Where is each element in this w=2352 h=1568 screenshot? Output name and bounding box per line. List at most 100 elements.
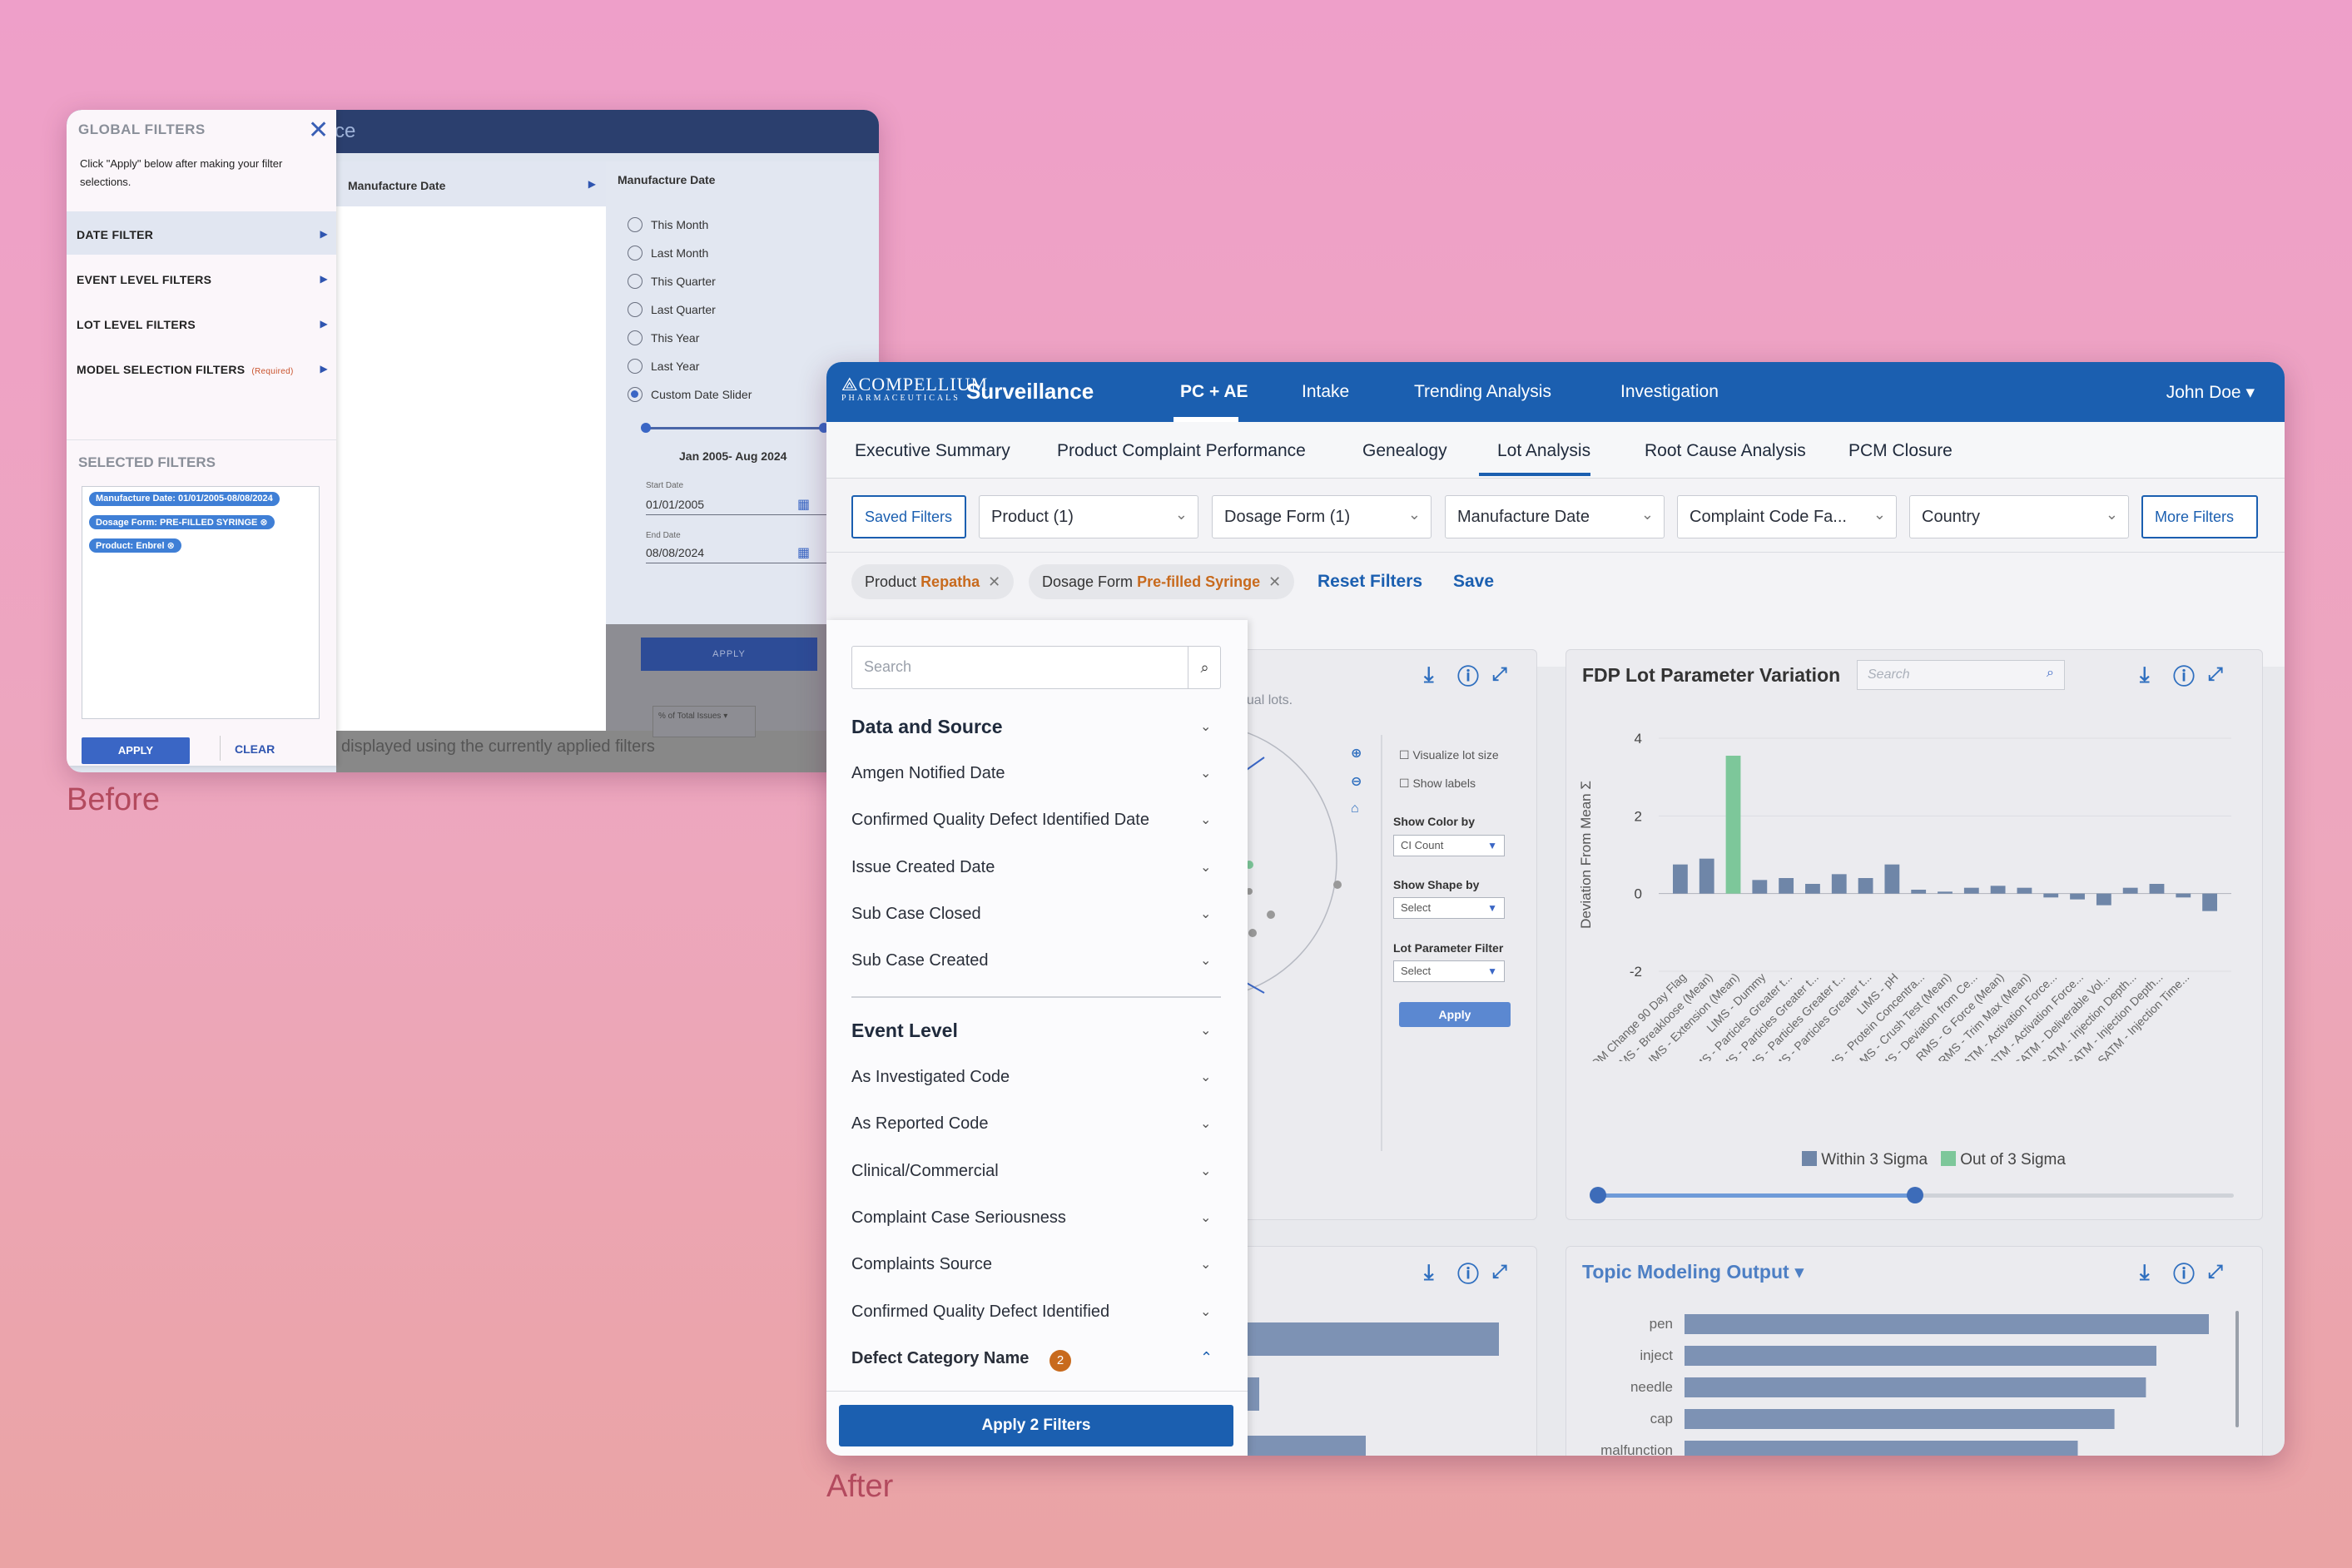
filter-item[interactable]: Complaints Source	[851, 1255, 992, 1274]
search-icon[interactable]: ⌕	[1188, 646, 1221, 689]
chevron-down-icon[interactable]: ⌄	[1200, 765, 1211, 782]
chevron-down-icon: ⌄	[1640, 506, 1654, 523]
selected-filter-pill[interactable]: Product: Enbrel ⊗	[89, 538, 181, 553]
expand-icon[interactable]: ⤢	[2208, 663, 2223, 685]
more-filters-button[interactable]: More Filters	[2141, 495, 2258, 538]
chevron-down-icon[interactable]: ⌄	[1200, 1163, 1211, 1179]
apply-button[interactable]: APPLY	[82, 737, 190, 764]
product-dropdown[interactable]: Product (1) ⌄	[979, 495, 1198, 538]
selected-filter-pill[interactable]: Dosage Form: PRE-FILLED SYRINGE ⊗	[89, 515, 275, 529]
chevron-down-icon[interactable]: ⌄	[1200, 1303, 1211, 1320]
show-labels-checkbox[interactable]: ☐ Show labels	[1399, 777, 1476, 791]
chevron-down-icon[interactable]: ⌄	[1200, 1069, 1211, 1085]
range-slider-end-handle[interactable]	[1907, 1187, 1923, 1203]
apply-filters-button[interactable]: Apply 2 Filters	[839, 1405, 1233, 1446]
chevron-down-icon[interactable]: ⌄	[1200, 952, 1211, 969]
save-link[interactable]: Save	[1453, 572, 1494, 592]
filter-item[interactable]: Amgen Notified Date	[851, 764, 1005, 783]
group-event-level[interactable]: Event Level	[851, 1020, 958, 1042]
date-range-slider[interactable]	[646, 427, 822, 429]
calendar-icon[interactable]: ▦	[797, 544, 810, 561]
section-model-selection-filters[interactable]: MODEL SELECTION FILTERS (Required) ▶	[67, 346, 336, 390]
color-by-select[interactable]: CI Count ▼	[1393, 835, 1505, 856]
filter-chip-dosage-form[interactable]: Dosage Form Pre-filled Syringe ✕	[1029, 564, 1295, 599]
saved-filters-button[interactable]: Saved Filters	[851, 495, 966, 538]
tab-product-complaint-performance[interactable]: Product Complaint Performance	[1057, 441, 1306, 461]
tab-lot-analysis[interactable]: Lot Analysis	[1497, 441, 1590, 461]
nav-intake[interactable]: Intake	[1302, 382, 1349, 402]
filter-item-defect-category[interactable]: Defect Category Name	[851, 1349, 1029, 1368]
nav-trending-analysis[interactable]: Trending Analysis	[1414, 382, 1551, 402]
download-icon[interactable]: ⤓	[2140, 662, 2150, 688]
reset-zoom-icon[interactable]: ⌂	[1351, 801, 1359, 816]
shape-by-select[interactable]: Select ▼	[1393, 897, 1505, 919]
download-icon[interactable]: ⤓	[2140, 1259, 2150, 1286]
expand-icon[interactable]: ⤢	[1492, 1261, 1507, 1283]
bar	[1990, 886, 2006, 894]
manufacture-date-subheader[interactable]: Manufacture Date ▶	[336, 161, 606, 206]
slider-start-handle[interactable]	[641, 423, 651, 433]
chevron-down-icon[interactable]: ⌄	[1200, 906, 1211, 922]
info-icon[interactable]: ⓘ	[1457, 1258, 1479, 1288]
filter-item[interactable]: Sub Case Closed	[851, 905, 981, 924]
tab-pcm-closure[interactable]: PCM Closure	[1848, 441, 1953, 461]
filter-item[interactable]: Confirmed Quality Defect Identified	[851, 1303, 1109, 1322]
filter-search-input[interactable]: Search	[851, 646, 1221, 689]
zoom-out-icon[interactable]: ⊖	[1351, 773, 1362, 790]
section-event-level-filters[interactable]: EVENT LEVEL FILTERS ▶	[67, 256, 336, 300]
chevron-down-icon[interactable]: ⌄	[1200, 718, 1211, 735]
calendar-icon[interactable]: ▦	[797, 496, 810, 513]
download-icon[interactable]: ⤓	[1424, 662, 1434, 688]
complaint-code-dropdown[interactable]: Complaint Code Fa... ⌄	[1677, 495, 1897, 538]
group-data-and-source[interactable]: Data and Source	[851, 716, 1003, 738]
scatter-apply-button[interactable]: Apply	[1399, 1002, 1511, 1027]
section-date-filter[interactable]: DATE FILTER ▶	[67, 211, 336, 255]
info-icon[interactable]: ⓘ	[1457, 660, 1479, 691]
chevron-down-icon[interactable]: ⌄	[1200, 1022, 1211, 1039]
lot-parameter-select[interactable]: Select ▼	[1393, 960, 1505, 982]
date-apply-button[interactable]: APPLY	[641, 638, 817, 671]
tab-root-cause-analysis[interactable]: Root Cause Analysis	[1645, 441, 1806, 461]
filter-item[interactable]: Clinical/Commercial	[851, 1162, 999, 1181]
section-lot-level-filters[interactable]: LOT LEVEL FILTERS ▶	[67, 301, 336, 345]
fdp-search-input[interactable]: Search ⌕	[1857, 660, 2065, 690]
user-menu[interactable]: John Doe ▾	[2166, 382, 2255, 403]
download-icon[interactable]: ⤓	[1424, 1259, 1434, 1286]
manufacture-date-dropdown[interactable]: Manufacture Date ⌄	[1445, 495, 1665, 538]
tab-genealogy[interactable]: Genealogy	[1362, 441, 1447, 461]
info-icon[interactable]: ⓘ	[2173, 660, 2195, 691]
chevron-down-icon[interactable]: ⌄	[1200, 1209, 1211, 1226]
chevron-down-icon[interactable]: ⌄	[1200, 859, 1211, 876]
tab-executive-summary[interactable]: Executive Summary	[855, 441, 1010, 461]
country-dropdown[interactable]: Country ⌄	[1909, 495, 2129, 538]
scrollbar[interactable]	[2235, 1311, 2239, 1427]
chevron-down-icon[interactable]: ⌄	[1200, 811, 1211, 828]
selected-filter-pill[interactable]: Manufacture Date: 01/01/2005-08/08/2024	[89, 492, 280, 506]
chevron-down-icon[interactable]: ⌄	[1200, 1256, 1211, 1273]
zoom-in-icon[interactable]: ⊕	[1351, 745, 1362, 762]
filter-item[interactable]: As Investigated Code	[851, 1068, 1010, 1087]
filter-item[interactable]: Confirmed Quality Defect Identified Date	[851, 811, 1149, 830]
expand-icon[interactable]: ⤢	[1492, 663, 1507, 685]
metric-select[interactable]: % of Total Issues ▾	[653, 706, 756, 737]
filter-item[interactable]: As Reported Code	[851, 1114, 989, 1134]
close-icon[interactable]: ✕	[308, 118, 329, 143]
expand-icon[interactable]: ⤢	[2208, 1261, 2223, 1283]
dosage-form-dropdown[interactable]: Dosage Form (1) ⌄	[1212, 495, 1432, 538]
chevron-down-icon[interactable]: ⌄	[1200, 1115, 1211, 1132]
reset-filters-link[interactable]: Reset Filters	[1317, 572, 1422, 592]
filter-item[interactable]: Complaint Case Seriousness	[851, 1208, 1066, 1228]
visualize-lot-size-checkbox[interactable]: ☐ Visualize lot size	[1399, 748, 1499, 762]
chevron-up-icon[interactable]: ⌃	[1200, 1349, 1213, 1367]
clear-button[interactable]: CLEAR	[235, 742, 275, 756]
nav-pc-ae[interactable]: PC + AE	[1180, 382, 1248, 402]
range-slider-start-handle[interactable]	[1590, 1187, 1606, 1203]
info-icon[interactable]: ⓘ	[2173, 1258, 2195, 1288]
chevron-right-icon: ▶	[320, 363, 328, 375]
filter-chip-product[interactable]: Product Repatha ✕	[851, 564, 1015, 599]
nav-investigation[interactable]: Investigation	[1620, 382, 1719, 402]
topic-card-title[interactable]: Topic Modeling Output ▾	[1582, 1261, 1804, 1283]
filter-item[interactable]: Issue Created Date	[851, 858, 995, 877]
filter-item[interactable]: Sub Case Created	[851, 951, 989, 970]
bar	[1858, 878, 1873, 894]
